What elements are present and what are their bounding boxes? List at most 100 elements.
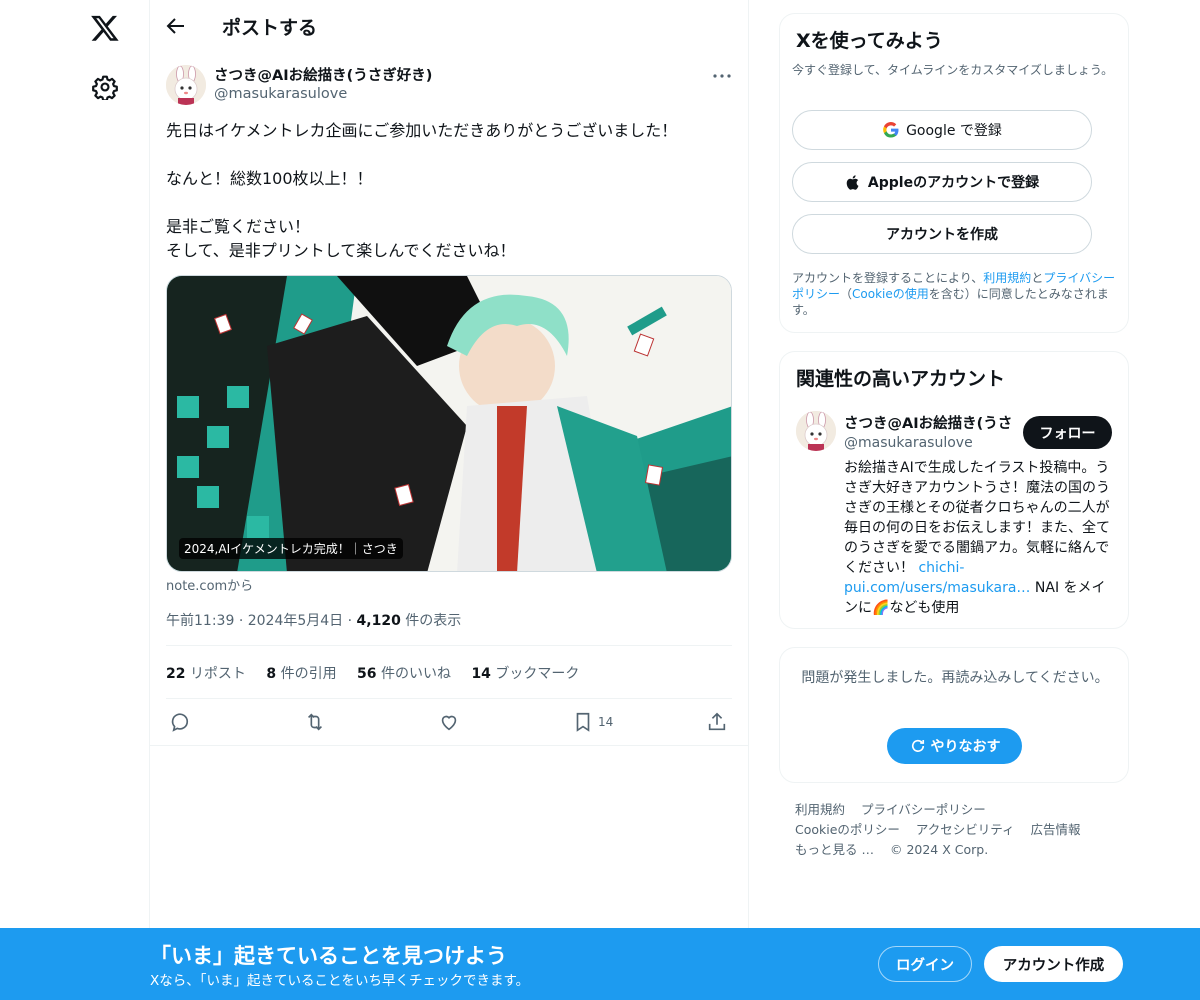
apple-signup-label: Appleのアカウントで登録 — [867, 175, 1040, 191]
stat-count: 22 — [166, 666, 186, 682]
more-icon[interactable] — [710, 64, 734, 88]
stat-label: ブックマーク — [495, 666, 580, 682]
post-date[interactable]: 2024年5月4日 — [248, 613, 343, 629]
retry-button[interactable]: やりなおす — [887, 728, 1022, 764]
post-time[interactable]: 午前11:39 — [166, 613, 234, 629]
banner-title: 「いま」起きていることを見つけよう — [150, 944, 507, 968]
stat-count: 8 — [266, 666, 277, 682]
tweet-text: 先日はイケメントレカ企画にご参加いただきありがとうございました！ なんと！総数1… — [166, 119, 732, 263]
google-signup-label: Google で登録 — [906, 123, 1002, 139]
tweet-line: 是非ご覧ください！ — [166, 217, 311, 236]
stat-label: リポスト — [189, 666, 246, 682]
post-column: ポストする さつき@AIお絵描き(うさぎ好き) @masukarasulove … — [150, 0, 748, 930]
create-account-button[interactable]: アカウントを作成 — [792, 214, 1092, 254]
tweet-line: なんと！総数100枚以上！！ — [166, 169, 373, 188]
login-label: ログイン — [896, 957, 954, 974]
stat-label: 件のいいね — [380, 666, 451, 682]
cookie-link[interactable]: Cookieの使用 — [852, 287, 929, 301]
divider — [166, 698, 732, 699]
tweet-line — [166, 143, 732, 167]
terms-text: と — [1031, 271, 1044, 285]
card-image — [167, 276, 731, 571]
footer-link[interactable]: アクセシビリティ — [916, 822, 1015, 837]
bookmark-icon — [576, 712, 590, 732]
repost-icon — [307, 713, 323, 731]
bookmark-button[interactable]: 14 — [572, 710, 613, 734]
stat-count: 14 — [471, 666, 491, 682]
signup-terms: アカウントを登録することにより、利用規約とプライバシーポリシー（Cookieの使… — [792, 270, 1118, 318]
left-nav — [0, 0, 150, 1000]
related-title: 関連性の高いアカウント — [796, 368, 1006, 390]
footer-link[interactable]: 利用規約 — [795, 802, 845, 817]
heart-icon — [441, 715, 457, 731]
google-icon — [883, 122, 899, 138]
avatar[interactable] — [796, 411, 836, 451]
related-accounts-panel: 関連性の高いアカウント さつき@AIお絵描き(うさ @masukarasulov… — [779, 351, 1129, 629]
share-button[interactable] — [706, 710, 728, 734]
related-bio: お絵描きAIで生成したイラスト投稿中。うさぎ大好きアカウントうさ！魔法の国のうさ… — [844, 458, 1114, 618]
footer-link[interactable]: 広告情報 — [1031, 822, 1081, 837]
login-button[interactable]: ログイン — [878, 946, 972, 982]
author-name[interactable]: さつき@AIお絵描き(うさぎ好き) — [214, 64, 432, 85]
apple-signup-button[interactable]: Appleのアカウントで登録 — [792, 162, 1092, 202]
stat-likes[interactable]: 56 件のいいね — [357, 666, 451, 682]
reply-button[interactable] — [170, 710, 192, 734]
create-account-label: アカウントを作成 — [886, 227, 998, 243]
views-label: 件の表示 — [405, 613, 462, 629]
gear-icon[interactable] — [92, 74, 118, 100]
error-message: 問題が発生しました。再読み込みしてください。 — [801, 670, 1109, 686]
share-icon — [708, 712, 726, 731]
footer-link[interactable]: Cookieのポリシー — [795, 822, 900, 837]
bookmark-count: 14 — [598, 715, 614, 729]
stat-bookmarks[interactable]: 14 ブックマーク — [471, 666, 579, 682]
banner-subtitle: Xなら、「いま」起きていることをいち早くチェックできます。 — [150, 973, 530, 989]
page-title: ポストする — [222, 17, 318, 39]
bio-text: なども使用 — [889, 600, 960, 616]
reply-icon — [171, 713, 189, 732]
bio-text: お絵描きAIで生成したイラスト投稿中。うさぎ大好きアカウントうさ！魔法の国のうさ… — [844, 460, 1110, 576]
divider — [150, 745, 748, 746]
related-name[interactable]: さつき@AIお絵描き(うさ — [844, 412, 1012, 433]
signup-button[interactable]: アカウント作成 — [984, 946, 1123, 982]
tweet-line: 先日はイケメントレカ企画にご参加いただきありがとうございました！ — [166, 121, 678, 140]
follow-label: フォロー — [1039, 425, 1096, 442]
google-signup-button[interactable]: Google で登録 — [792, 110, 1092, 150]
signup-label: アカウント作成 — [1002, 957, 1105, 974]
tweet-line: そして、是非プリントして楽しんでくださいね！ — [166, 241, 516, 260]
author-handle[interactable]: @masukarasulove — [214, 86, 347, 102]
like-button[interactable] — [438, 710, 460, 734]
avatar[interactable] — [166, 65, 206, 105]
footer-link[interactable]: プライバシーポリシー — [861, 802, 986, 817]
divider — [166, 645, 732, 646]
top-bar: ポストする — [150, 0, 748, 53]
separator: · — [347, 613, 357, 629]
footer-link[interactable]: もっと見る … — [795, 842, 874, 857]
signup-title: Xを使ってみよう — [796, 30, 943, 52]
arrow-left-icon[interactable] — [164, 14, 188, 38]
tweet-line — [166, 191, 732, 215]
follow-button[interactable]: フォロー — [1023, 416, 1112, 449]
signup-panel: Xを使ってみよう 今すぐ登録して、タイムラインをカスタマイズしましょう。 Goo… — [779, 13, 1129, 333]
card-source[interactable]: note.comから — [166, 575, 253, 594]
divider — [748, 0, 749, 930]
footer-links: 利用規約 プライバシーポリシー Cookieのポリシー アクセシビリティ 広告情… — [795, 800, 1115, 860]
engagement-stats: 22 リポスト 8 件の引用 56 件のいいね 14 ブックマーク — [166, 663, 595, 683]
bottom-banner: 「いま」起きていることを見つけよう Xなら、「いま」起きていることをいち早くチェ… — [0, 928, 1200, 1000]
terms-link[interactable]: 利用規約 — [983, 271, 1031, 285]
post-meta: 午前11:39 · 2024年5月4日 · 4,120 件の表示 — [166, 610, 461, 630]
terms-text: アカウントを登録することにより、 — [792, 271, 984, 285]
link-card[interactable]: 2024,AIイケメントレカ完成！｜さつき — [166, 275, 732, 572]
repost-button[interactable] — [304, 710, 326, 734]
action-bar: 14 — [150, 710, 748, 736]
error-panel: 問題が発生しました。再読み込みしてください。 やりなおす — [779, 647, 1129, 783]
x-logo-icon[interactable] — [90, 13, 120, 43]
stat-label: 件の引用 — [280, 666, 337, 682]
stat-reposts[interactable]: 22 リポスト — [166, 666, 246, 682]
stat-quotes[interactable]: 8 件の引用 — [266, 666, 336, 682]
copyright: © 2024 X Corp. — [889, 842, 989, 857]
bio-text: NAI — [1030, 580, 1060, 596]
apple-icon — [846, 174, 859, 190]
refresh-icon — [911, 739, 924, 752]
signup-subtitle: 今すぐ登録して、タイムラインをカスタマイズしましょう。 — [792, 63, 1114, 77]
related-handle[interactable]: @masukarasulove — [844, 435, 973, 451]
